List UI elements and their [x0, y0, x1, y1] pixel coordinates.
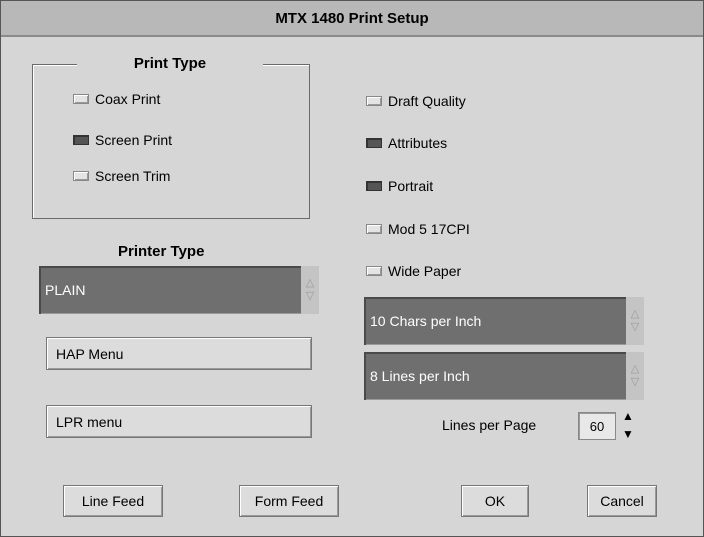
- form-feed-button[interactable]: Form Feed: [239, 485, 339, 517]
- title-bar[interactable]: MTX 1480 Print Setup: [1, 1, 703, 37]
- ok-button[interactable]: OK: [461, 485, 529, 517]
- portrait-label: Portrait: [388, 178, 434, 194]
- screen-trim-toggle[interactable]: Screen Trim: [73, 167, 170, 185]
- line-feed-button[interactable]: Line Feed: [63, 485, 163, 517]
- draft-quality-toggle[interactable]: Draft Quality: [366, 92, 466, 110]
- screen-print-toggle[interactable]: Screen Print: [73, 131, 172, 149]
- chars-per-inch-spinner[interactable]: 10 Chars per Inch △ ▽: [364, 297, 644, 345]
- screen-print-label: Screen Print: [95, 132, 173, 148]
- checkbox-indicator: [366, 266, 382, 276]
- checkbox-indicator: [73, 94, 89, 104]
- lines-per-page-input[interactable]: 60: [578, 412, 616, 440]
- lines-per-inch-value: 8 Lines per Inch: [370, 368, 470, 384]
- hap-menu-button[interactable]: HAP Menu: [46, 337, 312, 370]
- cancel-button[interactable]: Cancel: [587, 485, 657, 517]
- attributes-label: Attributes: [388, 135, 448, 151]
- checkbox-indicator: [366, 181, 382, 191]
- checkbox-indicator: [366, 138, 382, 148]
- window-title: MTX 1480 Print Setup: [275, 9, 429, 27]
- checkbox-indicator: [366, 224, 382, 234]
- screen-trim-label: Screen Trim: [95, 168, 171, 184]
- lpr-menu-button[interactable]: LPR menu: [46, 405, 312, 438]
- mod5-17cpi-toggle[interactable]: Mod 5 17CPI: [366, 220, 470, 238]
- checkbox-indicator: [73, 135, 89, 145]
- down-arrow-icon[interactable]: ▽: [631, 376, 639, 389]
- down-arrow-icon[interactable]: ▽: [306, 290, 314, 303]
- lines-per-page-label: Lines per Page: [442, 417, 537, 433]
- printer-type-value: PLAIN: [45, 282, 86, 298]
- lines-per-page-stepper[interactable]: ▲ ▼: [620, 409, 636, 441]
- chars-per-inch-value: 10 Chars per Inch: [370, 313, 482, 329]
- wide-paper-toggle[interactable]: Wide Paper: [366, 262, 461, 280]
- coax-print-toggle[interactable]: Coax Print: [73, 90, 160, 108]
- mod5-17cpi-label: Mod 5 17CPI: [388, 221, 470, 237]
- coax-print-label: Coax Print: [95, 91, 161, 107]
- draft-quality-label: Draft Quality: [388, 93, 466, 109]
- print-type-label: Print Type: [77, 53, 263, 75]
- up-arrow-icon[interactable]: △: [306, 277, 314, 290]
- printer-type-heading: Printer Type: [118, 243, 205, 260]
- up-arrow-icon[interactable]: △: [631, 308, 639, 321]
- print-setup-window: MTX 1480 Print Setup Print Type Coax Pri…: [0, 0, 704, 537]
- printer-type-spinner[interactable]: PLAIN △ ▽: [39, 266, 319, 314]
- down-arrow-icon[interactable]: ▽: [631, 321, 639, 334]
- spinner-arrows[interactable]: △ ▽: [626, 297, 644, 345]
- spinner-arrows[interactable]: △ ▽: [626, 352, 644, 400]
- decrement-arrow-icon[interactable]: ▼: [622, 427, 634, 441]
- up-arrow-icon[interactable]: △: [631, 363, 639, 376]
- lines-per-inch-spinner[interactable]: 8 Lines per Inch △ ▽: [364, 352, 644, 400]
- checkbox-indicator: [73, 171, 89, 181]
- checkbox-indicator: [366, 96, 382, 106]
- spinner-arrows[interactable]: △ ▽: [301, 266, 319, 314]
- attributes-toggle[interactable]: Attributes: [366, 134, 447, 152]
- wide-paper-label: Wide Paper: [388, 263, 462, 279]
- portrait-toggle[interactable]: Portrait: [366, 177, 433, 195]
- increment-arrow-icon[interactable]: ▲: [622, 409, 634, 423]
